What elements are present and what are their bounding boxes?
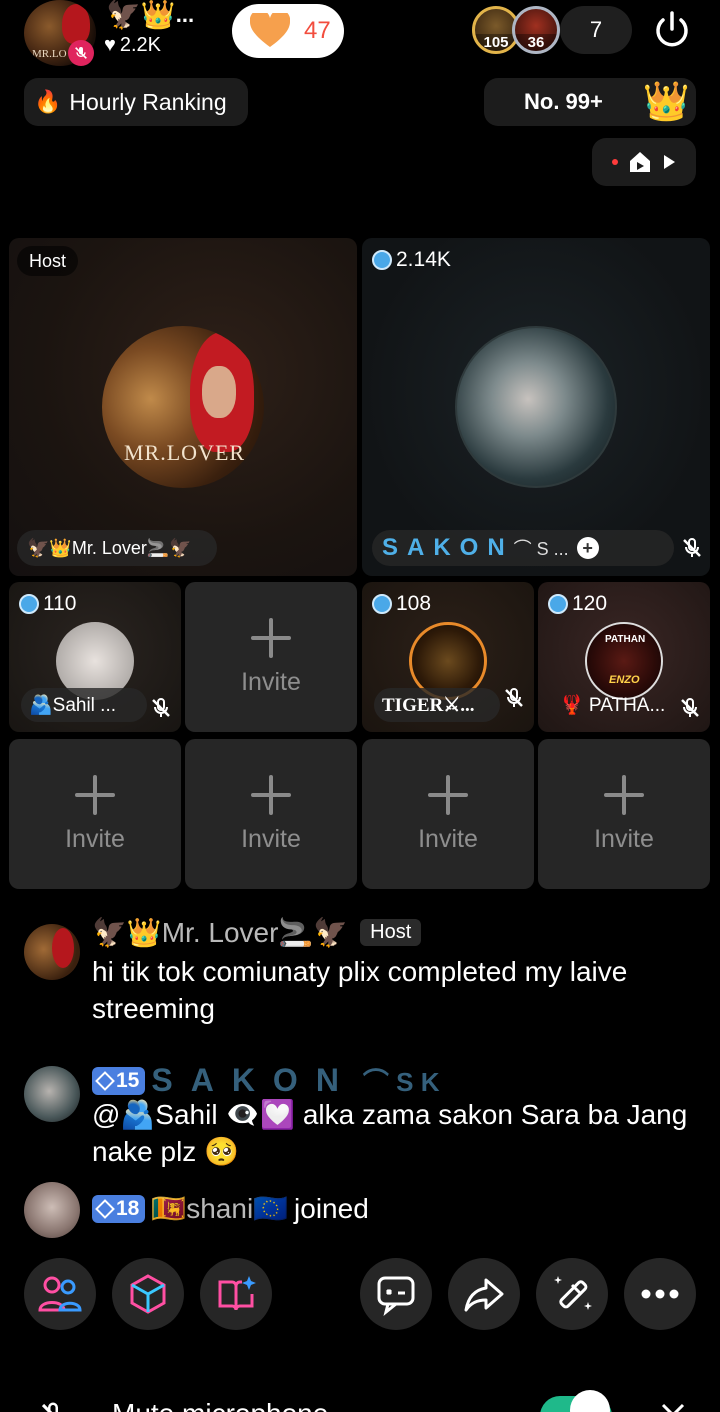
coin-icon <box>372 594 392 614</box>
chat-message-header: 18 🇱🇰shani🇪🇺 joined <box>92 1192 369 1225</box>
book-sparkle-button[interactable] <box>200 1258 272 1330</box>
top-viewers[interactable]: 105 36 <box>472 6 562 54</box>
home-camera-icon <box>630 152 650 172</box>
share-button[interactable] <box>448 1258 520 1330</box>
fire-icon: 🔥 <box>34 89 62 114</box>
guest-name-pill[interactable]: 🫂Sahil ... <box>21 688 147 722</box>
mic-off-icon <box>505 688 523 707</box>
chat-message-text: hi tik tok comiunaty plix completed my l… <box>92 956 628 1024</box>
plus-icon <box>75 774 115 815</box>
host-tag: Host <box>17 246 79 276</box>
book-sparkle-icon <box>218 1276 256 1311</box>
more-options-button[interactable] <box>624 1258 696 1330</box>
chat-avatar[interactable] <box>24 1066 80 1122</box>
host-avatar-logo: MR.LO <box>32 48 67 60</box>
chat-avatar[interactable] <box>24 1182 80 1238</box>
guest-seat-3[interactable]: 108 TIGER⚔... <box>362 582 534 732</box>
avatar-logo-text: MR.LOVER <box>124 440 246 465</box>
guest-name-pill[interactable]: 🦞 PATHA... <box>552 688 678 722</box>
muted-mic-badge-icon <box>68 40 94 66</box>
share-arrow-icon <box>464 1278 504 1312</box>
heart-icon: ♥ <box>104 34 116 56</box>
coin-icon <box>372 250 392 270</box>
follow-plus-icon[interactable]: + <box>576 537 599 559</box>
guest-seat-avatar[interactable] <box>455 326 617 488</box>
close-icon[interactable] <box>660 1402 686 1412</box>
mic-icon <box>41 1402 58 1412</box>
host-emoji-badges: 🦅👑... <box>106 0 195 30</box>
live-dot-icon <box>612 159 618 165</box>
host-seat-avatar[interactable]: MR.LOVER <box>102 326 264 488</box>
play-arrow-icon <box>664 155 675 169</box>
hourly-ranking-button[interactable]: 🔥 Hourly Ranking <box>24 78 248 126</box>
level-badge: 15 <box>92 1066 146 1095</box>
gem-icon <box>95 1070 115 1091</box>
coin-count: 120 <box>548 592 607 616</box>
invite-seat[interactable]: Invite <box>362 739 534 889</box>
chat-username[interactable]: SAKON <box>151 1062 357 1099</box>
power-exit-icon[interactable] <box>650 8 694 52</box>
plus-icon <box>428 774 468 815</box>
chat-avatar[interactable] <box>24 924 80 980</box>
mute-microphone-row: Mute microphone <box>0 1390 720 1412</box>
guest-seat-1[interactable]: 2.14K SAKON ⌒ S ... + <box>362 238 710 576</box>
mute-toggle[interactable] <box>540 1390 612 1412</box>
magic-wand-button[interactable] <box>536 1258 608 1330</box>
chat-message-header: 15 SAKON ⌒ S K <box>92 1062 440 1099</box>
joined-text: joined <box>294 1192 369 1224</box>
mic-off-icon <box>683 538 701 557</box>
invite-seat[interactable]: Invite <box>185 739 357 889</box>
mute-microphone-label: Mute microphone <box>112 1398 328 1412</box>
coin-count: 108 <box>372 592 431 616</box>
chat-message-header: 🦅👑Mr. Lover🚬🦅 Host <box>92 916 422 949</box>
coin-count: 110 <box>19 592 76 616</box>
coin-count: 2.14K <box>372 248 451 272</box>
host-name-pill[interactable]: 🦅👑Mr. Lover🚬🦅 <box>17 530 217 566</box>
chat-username[interactable]: 🦅👑Mr. Lover🚬🦅 <box>92 916 348 949</box>
guests-button[interactable] <box>24 1258 96 1330</box>
gift-heart-button[interactable]: 47 <box>232 4 344 58</box>
viewer-avatar[interactable]: 36 <box>512 6 560 54</box>
viewer-count[interactable]: 7 <box>560 6 632 54</box>
host-likes: ♥ 2.2K <box>104 34 162 56</box>
more-dots-icon <box>641 1289 679 1299</box>
orange-heart-icon <box>250 13 290 47</box>
coin-icon <box>548 594 568 614</box>
mic-off-icon <box>152 698 170 717</box>
chat-username[interactable]: 🇱🇰shani🇪🇺 <box>151 1192 288 1225</box>
users-icon <box>38 1276 82 1312</box>
plus-icon <box>604 774 644 815</box>
plus-icon <box>251 617 291 658</box>
rank-button[interactable]: No. 99+ 👑 <box>484 78 696 126</box>
gem-icon <box>95 1198 115 1219</box>
host-seat[interactable]: Host MR.LOVER 🦅👑Mr. Lover🚬🦅 <box>9 238 357 576</box>
level-badge: 18 <box>92 1194 146 1223</box>
invite-seat[interactable]: Invite <box>9 739 181 889</box>
chat-bubble-icon <box>377 1276 415 1316</box>
live-home-button[interactable] <box>592 138 696 186</box>
comment-button[interactable] <box>360 1258 432 1330</box>
plus-icon <box>251 774 291 815</box>
magic-wand-icon <box>554 1276 592 1310</box>
guest-seat-2[interactable]: 110 🫂Sahil ... <box>9 582 181 732</box>
guest-name-pill[interactable]: TIGER⚔... <box>374 688 500 722</box>
gift-count: 47 <box>304 17 331 44</box>
chat-message-text: @🫂Sahil 👁‍🗨💟 alka zama sakon Sara ba Jan… <box>92 1099 688 1167</box>
host-badge: Host <box>360 919 422 946</box>
effects-button[interactable] <box>112 1258 184 1330</box>
invite-seat[interactable]: Invite <box>538 739 710 889</box>
guest-name-pill[interactable]: SAKON ⌒ S ... + <box>372 530 674 566</box>
cube-icon <box>130 1274 166 1314</box>
crown-icon: 👑 <box>642 81 690 123</box>
mic-off-icon <box>681 698 699 717</box>
guest-seat-4[interactable]: 120 PATHAN ENZO 🦞 PATHA... <box>538 582 710 732</box>
coin-icon <box>19 594 39 614</box>
invite-seat[interactable]: Invite <box>185 582 357 732</box>
